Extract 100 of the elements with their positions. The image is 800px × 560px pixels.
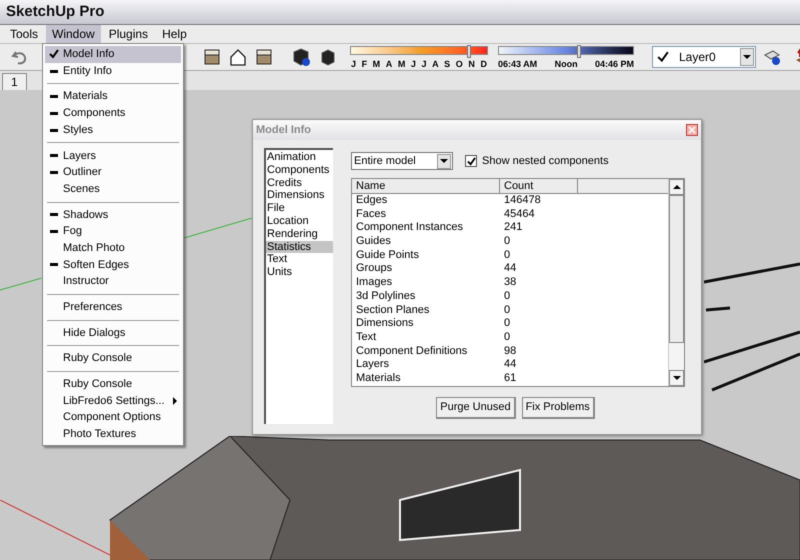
layer-dropdown[interactable]: Layer0 [652, 46, 756, 68]
table-cell-text: Guide Points [355, 248, 420, 262]
section-item[interactable]: File [266, 202, 333, 215]
table-cell-text: 0 [503, 290, 512, 304]
menu-entry[interactable]: Shadows [45, 206, 181, 224]
table-cell-text: 44 [503, 358, 518, 372]
month-label: J [422, 58, 427, 70]
table-cell-text: 146478 [503, 194, 542, 208]
dialog-button[interactable]: Fix Problems [522, 397, 595, 419]
menu-item[interactable]: Window [46, 25, 101, 43]
menu-entry[interactable]: Outliner [45, 164, 181, 181]
menu-entry[interactable]: Styles [45, 122, 181, 138]
scroll-down-icon[interactable] [669, 370, 684, 386]
menu-entry[interactable]: Match Photo [45, 240, 181, 257]
menu-entry[interactable]: Soften Edges [45, 256, 181, 274]
column-header[interactable]: Name [352, 179, 500, 193]
axis-line [0, 278, 42, 292]
table-cell-text: Images [355, 276, 394, 290]
month-label: F [362, 58, 368, 70]
section-item[interactable]: Text [266, 253, 333, 266]
table-cell-text: Layers [355, 358, 390, 372]
menu-entry[interactable]: Ruby Console [45, 350, 181, 367]
table-cell-text: Groups [355, 262, 394, 276]
menu-entry[interactable]: Materials [45, 88, 181, 106]
table-cell-text: Guides [355, 235, 392, 249]
menu-entry[interactable]: LibFredo6 Settings... [45, 392, 181, 410]
menu-entry[interactable]: Scenes [45, 180, 181, 198]
menu-entry[interactable]: Fog [45, 223, 181, 240]
window-title: SketchUp Pro [6, 2, 104, 22]
month-label: A [386, 58, 392, 70]
month-slider[interactable] [350, 44, 488, 58]
scroll-thumb[interactable] [669, 195, 684, 343]
table-cell-text: Materials [355, 372, 402, 386]
section-item[interactable]: Rendering [266, 228, 333, 241]
section-item[interactable]: Credits [266, 176, 333, 190]
menu-entry[interactable]: Model Info [45, 46, 181, 63]
menu-entry[interactable]: Component Options [45, 409, 181, 426]
menu-item[interactable]: Tools [4, 25, 44, 43]
month-label: J [410, 58, 416, 70]
table-cell-text: 45464 [503, 208, 536, 222]
dialog-title: Model Info [256, 122, 311, 138]
table-cell-text: 38 [503, 276, 518, 290]
table-cell-text: 3d Polylines [355, 290, 416, 304]
table-cell-text: 61 [503, 372, 518, 386]
scope-dropdown[interactable]: Entire model [351, 152, 453, 170]
month-label: J [351, 58, 356, 70]
section-item[interactable]: Statistics [266, 240, 333, 254]
table-cell-text: 0 [503, 317, 512, 331]
month-label: O [456, 58, 463, 70]
layer-name: Layer0 [679, 49, 717, 66]
section-item[interactable]: Units [266, 266, 333, 279]
table-cell-text: 0 [503, 330, 512, 345]
month-label: M [372, 58, 380, 70]
section-item[interactable]: Dimensions [266, 189, 333, 202]
table-cell-text: Component Instances [355, 221, 464, 236]
table-cell-text: Dimensions [355, 317, 414, 331]
month-label: A [432, 58, 439, 70]
slider-thumb[interactable] [466, 44, 471, 58]
time-slider[interactable] [498, 44, 634, 58]
month-label: M [398, 58, 406, 70]
table-cell-text: 0 [503, 248, 512, 262]
slider-thumb[interactable] [577, 44, 582, 58]
table-cell-text: Section Planes [355, 304, 430, 318]
menu-entry[interactable]: Hide Dialogs [45, 324, 181, 342]
table-cell-text: 241 [503, 221, 524, 236]
table-cell-text: Component Definitions [355, 344, 468, 358]
table-cell-text: 98 [503, 344, 518, 358]
menu-item[interactable]: Help [156, 25, 193, 43]
menu-entry[interactable]: Entity Info [45, 62, 181, 80]
menu-entry[interactable]: Ruby Console [45, 376, 181, 393]
time-label: 04:46 PM [594, 58, 634, 70]
menu-entry[interactable]: Instructor [45, 273, 181, 290]
menu-entry[interactable]: Components [45, 105, 181, 122]
table-cell-text: Edges [355, 194, 388, 208]
checkbox[interactable] [465, 155, 477, 167]
close-icon [688, 126, 696, 134]
month-label: N [468, 58, 475, 70]
scene-tab[interactable]: 1 [2, 73, 27, 90]
dialog-button[interactable]: Purge Unused [436, 397, 516, 419]
time-label: 06:43 AM [498, 58, 538, 70]
menu-item[interactable]: Plugins [102, 25, 154, 43]
column-header[interactable]: Count [500, 179, 578, 193]
menu-entry[interactable]: Preferences [45, 298, 181, 316]
close-button[interactable] [686, 124, 698, 136]
menu-entry[interactable]: Layers [45, 147, 181, 164]
time-label: Noon [554, 58, 578, 70]
table-cell-text: 44 [503, 262, 518, 276]
house-icon[interactable] [228, 47, 248, 67]
axis-line [184, 218, 252, 238]
scrollbar[interactable] [668, 179, 684, 386]
checkbox-label: Show nested components [482, 154, 609, 169]
table-cell-text: Faces [355, 208, 387, 222]
menu-entry[interactable]: Photo Textures [45, 426, 181, 443]
section-item[interactable]: Components [266, 164, 333, 177]
table-cell-text: Text [355, 330, 378, 345]
table-cell-text: 0 [503, 235, 512, 249]
section-item[interactable]: Animation [266, 151, 333, 164]
table-cell-text: 0 [503, 304, 512, 318]
section-item[interactable]: Location [266, 214, 333, 228]
month-label: D [480, 58, 487, 70]
